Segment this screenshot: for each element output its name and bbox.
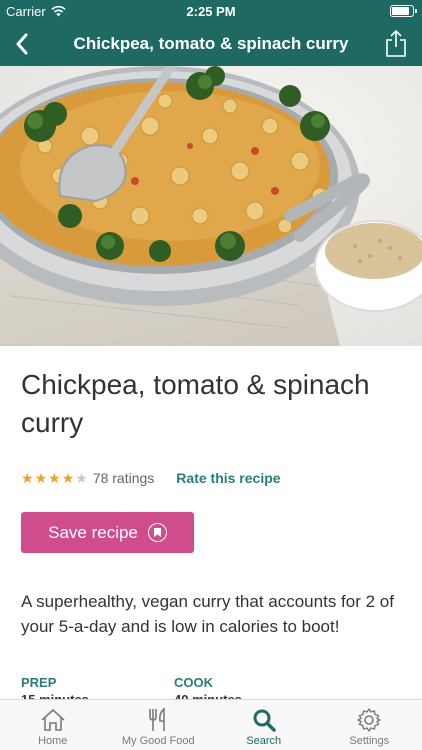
recipe-description: A superhealthy, vegan curry that account…: [21, 592, 394, 636]
rate-recipe-link[interactable]: Rate this recipe: [176, 470, 280, 486]
nav-title: Chickpea, tomato & spinach curry: [73, 34, 349, 53]
save-recipe-label: Save recipe: [48, 522, 138, 542]
tab-label: Search: [246, 735, 282, 747]
battery-icon: [390, 5, 417, 17]
star-filled-icon: ★: [61, 470, 75, 486]
gear-icon: [355, 706, 383, 734]
ratings-count: 78 ratings: [92, 470, 155, 486]
status-time: 2:25 PM: [186, 4, 236, 19]
tab-search[interactable]: Search: [211, 700, 317, 750]
tab-settings[interactable]: Settings: [317, 700, 422, 750]
tab-label: My Good Food: [121, 735, 195, 747]
chevron-left-icon: [16, 33, 28, 55]
tab-home[interactable]: Home: [0, 700, 106, 750]
bookmark-icon: [147, 523, 167, 542]
share-button[interactable]: [382, 28, 410, 60]
tab-label: Home: [38, 735, 68, 747]
prep-label: PREP: [21, 675, 57, 690]
cook-label: COOK: [174, 675, 213, 690]
tab-label: Settings: [349, 735, 390, 747]
battery-level: [392, 7, 409, 15]
share-icon: [386, 30, 406, 57]
home-icon: [39, 706, 67, 734]
star-filled-icon: ★: [34, 470, 48, 486]
search-icon: [250, 706, 278, 734]
recipe-hero-image: [0, 66, 422, 346]
rating-row: ★ ★ ★ ★ ★ 78 ratings Rate this recipe: [21, 468, 401, 488]
status-bar: Carrier 2:25 PM: [0, 0, 422, 22]
star-filled-icon: ★: [21, 470, 34, 486]
save-recipe-button[interactable]: Save recipe: [21, 512, 194, 553]
back-button[interactable]: [8, 30, 36, 58]
tab-bar: Home My Good Food Search Settings: [0, 699, 422, 750]
recipe-content: Chickpea, tomato & spinach curry ★ ★ ★ ★ ★ 7…: [0, 346, 422, 707]
fork-knife-icon: [144, 706, 172, 734]
tab-my-good-food[interactable]: My Good Food: [106, 700, 212, 750]
curry-pan-illustration: [0, 66, 422, 346]
star-empty-icon: ★: [75, 470, 88, 486]
recipe-title: Chickpea, tomato & spinach curry: [21, 369, 370, 438]
navigation-bar: Chickpea, tomato & spinach curry: [0, 22, 422, 66]
star-rating: ★ ★ ★ ★ ★: [21, 471, 88, 485]
star-filled-icon: ★: [48, 470, 61, 486]
